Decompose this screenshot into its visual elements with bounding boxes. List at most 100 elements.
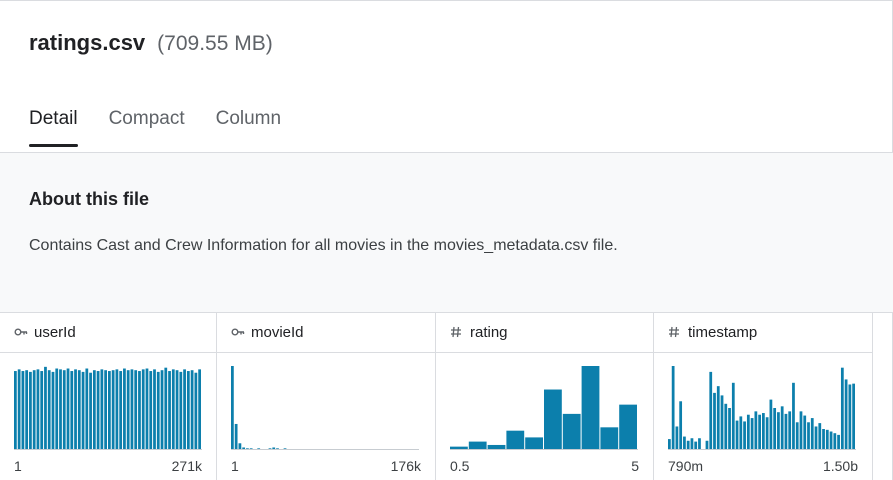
column-header: timestamp: [654, 312, 872, 353]
histogram-bar: [138, 371, 141, 450]
tab-column[interactable]: Column: [216, 108, 281, 145]
histogram-bar: [186, 371, 190, 450]
histogram-bar: [668, 439, 671, 450]
range-max: 5: [631, 458, 639, 474]
histogram-bar: [29, 371, 32, 450]
histogram-bar: [848, 384, 852, 450]
histogram-bar: [803, 415, 807, 450]
histogram-bar: [17, 369, 21, 450]
histogram-bar: [111, 370, 115, 450]
histogram-bar: [777, 412, 780, 450]
histogram-bar: [837, 434, 840, 450]
column-header: movieId: [217, 312, 435, 353]
column-card-movieid[interactable]: movieId 1 176k: [217, 312, 436, 480]
histogram-bar: [671, 366, 675, 450]
histogram-bar: [773, 408, 777, 450]
column-name: userId: [34, 323, 76, 341]
column-summary-row: userId 1 271k movieId 1 176k rating 0.5 …: [0, 312, 893, 480]
column-range: 1 176k: [231, 458, 421, 474]
histogram-bar: [36, 369, 40, 450]
histogram-bar: [44, 366, 47, 450]
histogram-bar: [130, 369, 134, 450]
histogram-bar: [728, 408, 731, 450]
histogram-bar: [799, 411, 803, 450]
histogram-bar: [810, 418, 814, 450]
histogram-bar: [115, 369, 119, 450]
histogram-bar: [833, 433, 837, 450]
range-max: 271k: [171, 458, 202, 474]
column-card-rating[interactable]: rating 0.5 5: [436, 312, 654, 480]
histogram-bar: [156, 371, 160, 450]
histogram-bar: [743, 421, 746, 450]
range-min: 1: [14, 458, 22, 474]
histogram-bar: [40, 371, 44, 450]
column-name: rating: [470, 323, 508, 341]
top-border: [0, 0, 893, 1]
histogram-bar: [141, 369, 145, 450]
histogram-bar: [468, 441, 487, 450]
column-name: movieId: [251, 323, 304, 341]
histogram-bar: [25, 370, 29, 450]
column-name: timestamp: [688, 323, 758, 341]
histogram-bar: [55, 368, 59, 450]
histogram-bar: [679, 401, 683, 450]
histogram-bar: [792, 382, 795, 450]
histogram-bar: [149, 371, 153, 450]
hash-icon: [450, 326, 464, 338]
histogram-bar: [123, 368, 126, 450]
histogram-bar: [190, 370, 194, 450]
tab-compact[interactable]: Compact: [109, 108, 185, 145]
histogram-bar: [160, 370, 164, 450]
histogram-bar: [231, 366, 234, 450]
histogram-bar: [716, 386, 720, 450]
histogram-bar: [765, 417, 769, 450]
histogram-bar: [754, 411, 758, 450]
histogram-bar: [562, 413, 581, 450]
histogram-bar: [780, 406, 784, 450]
histogram-bar: [619, 404, 637, 450]
histogram-bar: [720, 395, 724, 450]
key-icon: [231, 327, 245, 337]
histogram-bar: [739, 416, 743, 450]
column-card-partial[interactable]: [873, 312, 893, 480]
histogram-bar: [153, 369, 156, 450]
histogram-bar: [731, 382, 735, 450]
histogram-svg: [231, 366, 419, 450]
histogram-bar: [21, 371, 25, 450]
histogram-bar: [234, 423, 238, 450]
histogram-bar: [14, 371, 17, 450]
histogram-bar: [81, 371, 85, 450]
histogram-bar: [825, 429, 829, 450]
column-histogram: [450, 364, 638, 450]
histogram-bar: [96, 371, 100, 450]
histogram-bar: [829, 431, 833, 450]
histogram-bar: [183, 369, 186, 450]
histogram-bar: [698, 438, 701, 450]
histogram-bar: [705, 440, 709, 450]
column-card-userid[interactable]: userId 1 271k: [0, 312, 217, 480]
histogram-bar: [32, 370, 36, 450]
file-header: ratings.csv (709.55 MB): [29, 30, 273, 66]
histogram-bar: [59, 369, 62, 450]
file-size: (709.55 MB): [157, 32, 273, 55]
histogram-bar: [134, 370, 138, 450]
column-card-timestamp[interactable]: timestamp 790m 1.50b: [654, 312, 873, 480]
column-histogram: [668, 364, 856, 450]
histogram-bar: [544, 389, 562, 450]
histogram-bar: [104, 370, 107, 450]
histogram-bar: [690, 438, 694, 450]
histogram-bar: [506, 430, 525, 450]
histogram-bar: [686, 440, 690, 450]
column-histogram: [231, 364, 419, 450]
histogram-bar: [735, 420, 739, 450]
column-range: 1 271k: [14, 458, 202, 474]
histogram-bar: [100, 369, 104, 450]
histogram-bar: [47, 370, 51, 450]
histogram-bar: [74, 369, 77, 450]
tab-detail[interactable]: Detail: [29, 108, 78, 147]
histogram-bar: [164, 367, 168, 450]
histogram-bar: [70, 371, 74, 450]
key-icon: [14, 327, 28, 337]
histogram-svg: [14, 366, 202, 450]
histogram-bar: [844, 379, 848, 450]
